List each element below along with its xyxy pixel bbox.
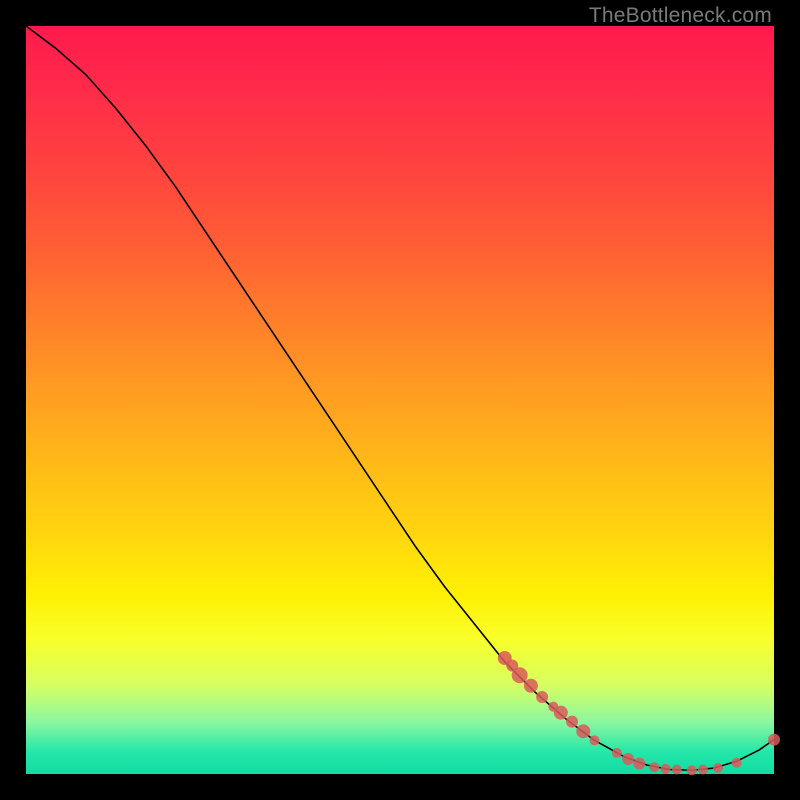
data-marker — [612, 748, 622, 758]
data-marker — [768, 734, 780, 746]
data-marker — [687, 765, 697, 775]
data-marker — [622, 753, 634, 765]
data-marker — [566, 716, 578, 728]
data-marker — [732, 758, 742, 768]
chart-frame: TheBottleneck.com — [0, 0, 800, 800]
marker-group — [498, 651, 780, 775]
curve-line — [26, 26, 774, 770]
data-marker — [633, 758, 645, 770]
data-marker — [589, 735, 599, 745]
data-marker — [524, 679, 538, 693]
data-marker — [554, 706, 568, 720]
data-marker — [672, 765, 682, 775]
data-marker — [512, 667, 528, 683]
chart-overlay — [26, 26, 774, 774]
watermark-label: TheBottleneck.com — [589, 4, 772, 28]
data-marker — [536, 691, 548, 703]
data-marker — [713, 763, 723, 773]
data-marker — [698, 765, 708, 775]
data-marker — [649, 762, 659, 772]
data-marker — [576, 724, 590, 738]
data-marker — [661, 764, 671, 774]
